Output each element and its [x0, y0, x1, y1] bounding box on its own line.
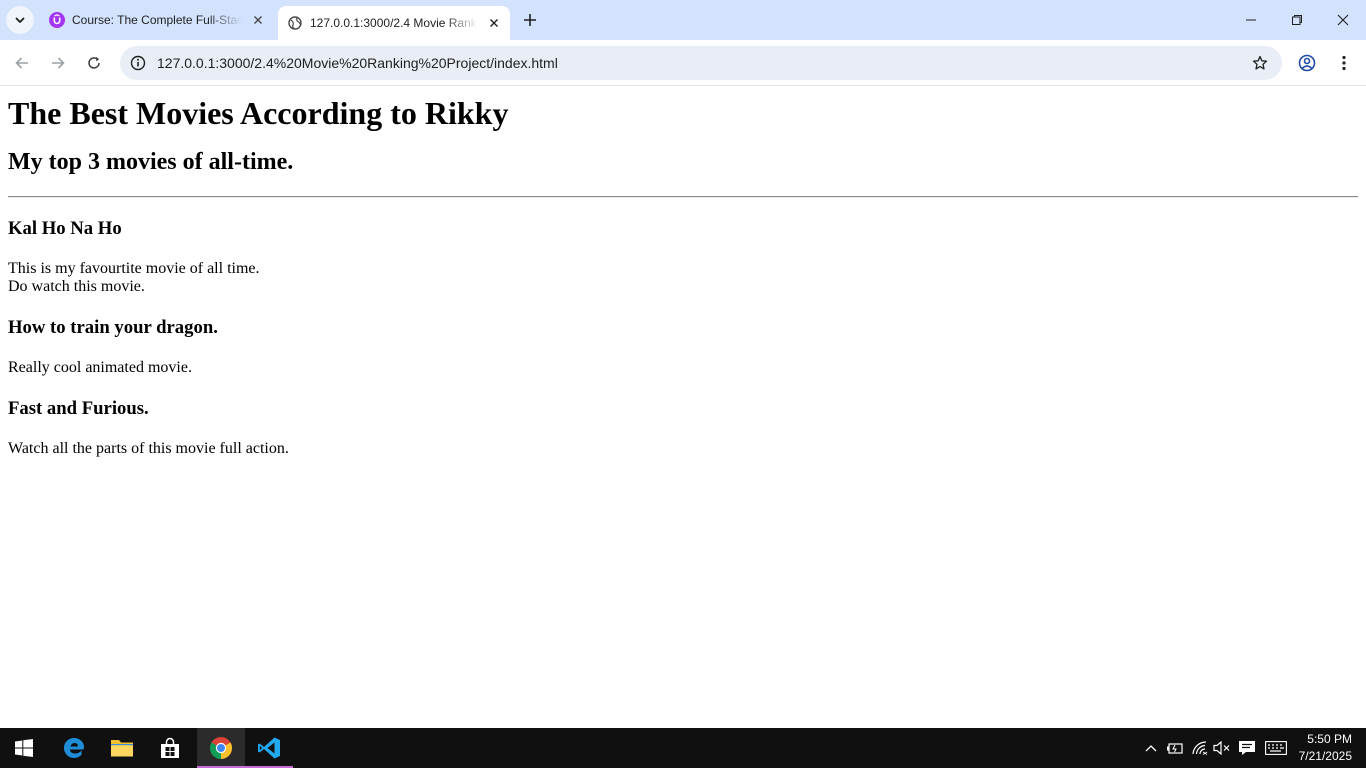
edge-icon — [64, 738, 84, 758]
page-subtitle: My top 3 movies of all-time. — [8, 149, 294, 175]
windows-start-icon — [15, 739, 33, 757]
url-text[interactable]: 127.0.0.1:3000/2.4%20Movie%20Ranking%20P… — [157, 55, 558, 71]
description-line: Do watch this movie. — [8, 278, 145, 295]
vscode-icon — [258, 737, 280, 759]
notification-icon[interactable] — [1237, 738, 1257, 758]
chrome-taskbar-item[interactable] — [197, 728, 245, 768]
close-window-button[interactable] — [1320, 0, 1366, 40]
movie-title: Fast and Furious. — [8, 398, 149, 419]
reload-button[interactable] — [80, 49, 108, 77]
speaker-muted-icon[interactable] — [1212, 738, 1232, 758]
store-bag-icon — [161, 737, 179, 758]
start-button[interactable] — [0, 728, 48, 768]
minimize-icon — [1246, 19, 1256, 21]
tab-title: Course: The Complete Full-Stack Web Deve… — [72, 13, 242, 27]
edge-taskbar-item[interactable] — [50, 728, 98, 768]
new-tab-button[interactable] — [518, 8, 542, 32]
system-clock[interactable]: 5:50 PM 7/21/2025 — [1282, 731, 1352, 765]
tab-course[interactable]: Course: The Complete Full-Stack Web Deve… — [40, 0, 274, 40]
close-icon — [1337, 14, 1349, 26]
store-taskbar-item[interactable] — [146, 728, 194, 768]
chevron-up-icon[interactable] — [1141, 738, 1161, 758]
taskbar: 5:50 PM 7/21/2025 — [0, 728, 1366, 768]
restore-icon — [1292, 15, 1302, 25]
udemy-icon — [49, 12, 65, 28]
tab-strip: Course: The Complete Full-Stack Web Deve… — [0, 0, 1366, 40]
tab-search-button[interactable] — [6, 6, 34, 34]
close-icon[interactable] — [486, 15, 502, 31]
globe-icon — [287, 15, 303, 31]
folder-icon — [111, 740, 133, 757]
chrome-icon — [210, 737, 232, 759]
clock-time: 5:50 PM — [1307, 732, 1352, 746]
reload-icon — [88, 56, 100, 69]
page-content: The Best Movies According to Rikky My to… — [0, 87, 1366, 728]
movie-title: How to train your dragon. — [8, 317, 218, 338]
menu-button[interactable] — [1330, 49, 1358, 77]
arrow-left-icon — [15, 57, 28, 69]
site-info-icon[interactable] — [124, 49, 152, 77]
profile-button[interactable] — [1293, 49, 1321, 77]
plus-icon — [524, 14, 536, 26]
divider — [8, 196, 1358, 198]
bookmark-star-icon[interactable] — [1248, 51, 1272, 75]
tab-title: 127.0.0.1:3000/2.4 Movie Ranking Project… — [310, 16, 478, 30]
battery-icon[interactable] — [1165, 738, 1185, 758]
tab-movie-ranking[interactable]: 127.0.0.1:3000/2.4 Movie Ranking Project… — [278, 6, 510, 40]
forward-button[interactable] — [44, 49, 72, 77]
browser-toolbar: 127.0.0.1:3000/2.4%20Movie%20Ranking%20P… — [0, 40, 1366, 86]
arrow-right-icon — [52, 57, 65, 69]
wifi-icon[interactable] — [1190, 738, 1210, 758]
description-line: This is my favourtite movie of all time. — [8, 260, 260, 277]
file-explorer-taskbar-item[interactable] — [98, 728, 146, 768]
movie-description: This is my favourtite movie of all time.… — [8, 260, 1358, 296]
profile-icon — [1298, 54, 1316, 72]
more-vertical-icon — [1342, 55, 1346, 71]
clock-date: 7/21/2025 — [1298, 749, 1352, 763]
restore-button[interactable] — [1274, 0, 1320, 40]
close-icon[interactable] — [250, 12, 266, 28]
chevron-down-icon — [15, 17, 25, 23]
movie-title: Kal Ho Na Ho — [8, 218, 122, 239]
movie-description: Really cool animated movie. — [8, 359, 192, 376]
page-title: The Best Movies According to Rikky — [8, 95, 509, 131]
movie-description: Watch all the parts of this movie full a… — [8, 440, 289, 457]
vscode-taskbar-item[interactable] — [245, 728, 293, 768]
back-button[interactable] — [8, 49, 36, 77]
minimize-button[interactable] — [1228, 0, 1274, 40]
address-bar[interactable]: 127.0.0.1:3000/2.4%20Movie%20Ranking%20P… — [120, 46, 1282, 80]
